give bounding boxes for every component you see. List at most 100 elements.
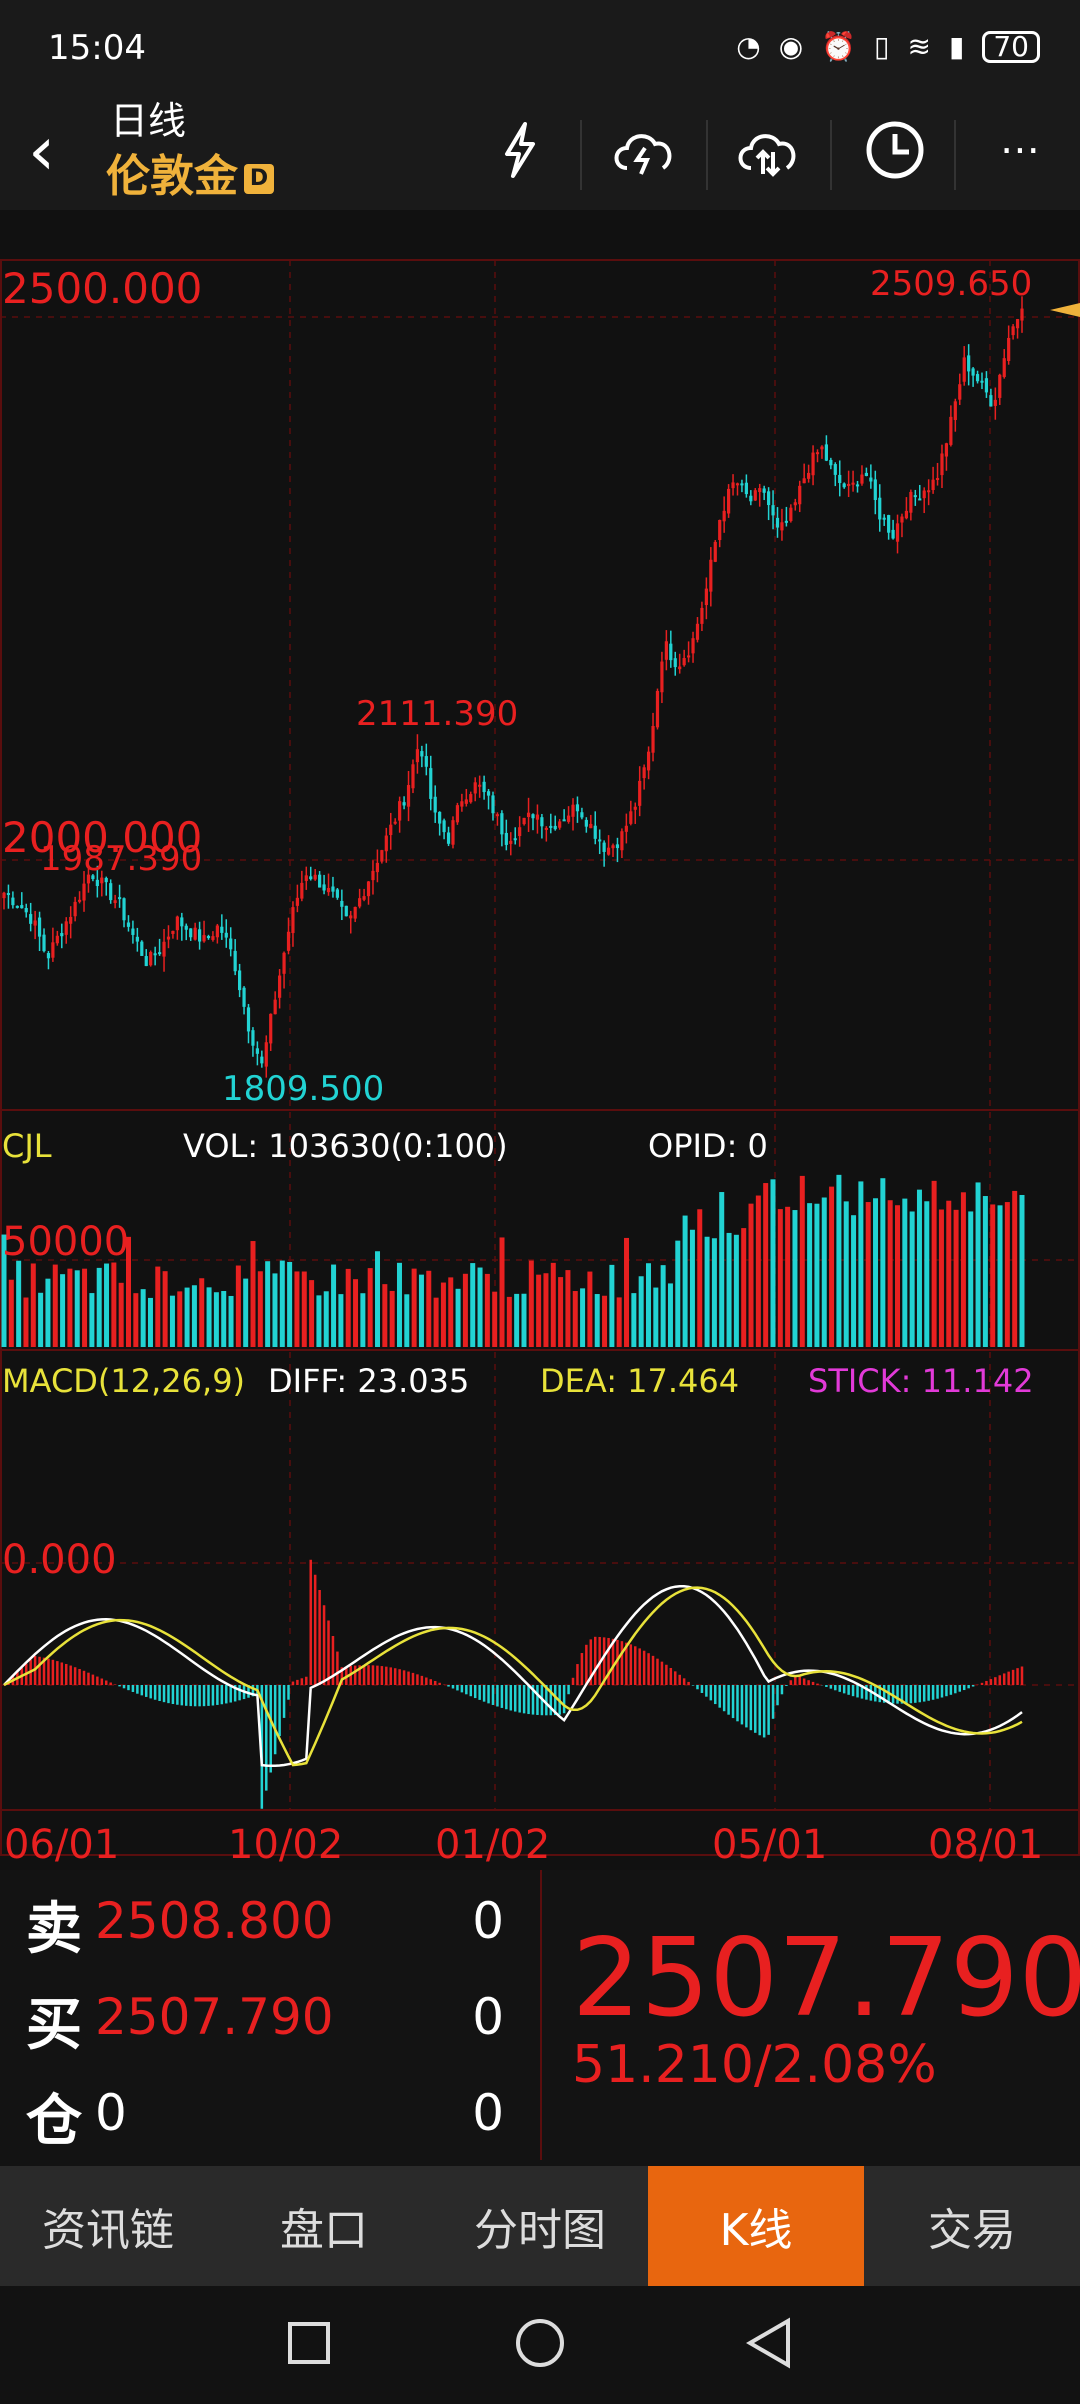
candle-body (811, 452, 815, 476)
volume-bar (287, 1261, 293, 1347)
tab-order-book[interactable]: 盘口 (216, 2166, 432, 2286)
candle-body (993, 399, 997, 406)
candle-body (953, 401, 957, 420)
volume-bar (550, 1262, 556, 1347)
volume-bar (785, 1206, 791, 1347)
volume-bar (990, 1204, 996, 1347)
candle-body (798, 485, 802, 505)
date-tick-0: 06/01 (4, 1822, 119, 1868)
cloud-lightning-icon[interactable] (604, 110, 684, 190)
volume-bar (653, 1287, 659, 1347)
candle-body (162, 941, 166, 957)
volume-bar (704, 1236, 710, 1347)
candle-body (780, 522, 784, 531)
vibrate-icon: ▯ (874, 30, 890, 63)
candle-body (300, 882, 304, 899)
candle-body (753, 490, 757, 501)
macd-dea-value: DEA: 17.464 (540, 1362, 739, 1400)
status-time: 15:04 (48, 28, 146, 68)
volume-bar (265, 1261, 271, 1347)
candle-body (709, 559, 713, 592)
volume-bar (851, 1215, 857, 1347)
back-icon[interactable]: ‹ (28, 112, 55, 191)
tab-kline[interactable]: K线 (648, 2166, 864, 2286)
candle-body (824, 444, 829, 461)
kline-chart[interactable]: 2500.000 2000.000 2509.650 2111.390 1987… (0, 215, 1080, 1870)
candle-body (673, 658, 677, 668)
candle-body (722, 510, 726, 522)
volume-bar (279, 1260, 285, 1347)
volume-bar (426, 1270, 432, 1347)
candle-body (193, 927, 197, 940)
candle-body (215, 925, 219, 938)
volume-bar (484, 1273, 490, 1347)
volume-bar (770, 1179, 776, 1347)
volume-bar (155, 1266, 161, 1347)
position-row[interactable]: 仓 0 0 (0, 2062, 540, 2158)
volume-value: VOL: 103630(0:100) (183, 1127, 508, 1165)
candle-body (1020, 308, 1024, 321)
candle-body (55, 935, 59, 944)
volume-bar (909, 1211, 915, 1347)
recent-apps-icon[interactable] (288, 2322, 330, 2364)
macd-diff-value: DIFF: 23.035 (268, 1362, 469, 1400)
tab-trade[interactable]: 交易 (864, 2166, 1080, 2286)
date-tick-1: 10/02 (228, 1822, 343, 1868)
volume-bar (968, 1211, 974, 1347)
candle-body (144, 956, 148, 967)
lightning-icon[interactable] (480, 110, 560, 190)
candle-body (918, 498, 922, 501)
tab-news[interactable]: 资讯链 (0, 2166, 216, 2286)
volume-bar (916, 1189, 922, 1347)
clock-icon[interactable] (855, 110, 935, 190)
signal-icon: ▮ (948, 30, 965, 63)
candle-body (197, 929, 202, 942)
candle-body (838, 474, 842, 483)
back-nav-icon[interactable] (746, 2317, 790, 2369)
candle-body (402, 802, 406, 806)
macd-stick-value: STICK: 11.142 (808, 1362, 1034, 1400)
candle-body (802, 478, 806, 484)
candle-body (669, 643, 673, 661)
volume-bar (580, 1288, 586, 1347)
volume-bar (23, 1297, 29, 1347)
candle-body (762, 488, 766, 493)
instrument-name[interactable]: 伦敦金 D (106, 140, 274, 204)
home-icon[interactable] (516, 2319, 564, 2367)
volume-bar (763, 1183, 769, 1347)
cloud-sync-icon[interactable] (728, 110, 808, 190)
candle-body (767, 491, 771, 506)
battery-icon: 70 (982, 30, 1040, 63)
volume-bar (1019, 1194, 1025, 1347)
volume-bar (316, 1295, 322, 1347)
candle-body (526, 812, 531, 818)
candle-body (495, 814, 500, 817)
candle-body (411, 764, 415, 789)
volume-bar (206, 1287, 212, 1347)
volume-bar (462, 1273, 468, 1347)
candle-body (606, 847, 611, 855)
candle-body (971, 368, 975, 376)
sell-row[interactable]: 卖 2508.800 0 (0, 1870, 540, 1966)
volume-bar (301, 1271, 307, 1347)
candle-body (238, 970, 242, 991)
candle-body (909, 491, 913, 513)
volume-bar (543, 1273, 549, 1347)
candle-body (131, 928, 135, 935)
date-tick-4: 08/01 (928, 1822, 1043, 1868)
volume-bar (367, 1268, 373, 1347)
buy-row[interactable]: 买 2507.790 0 (0, 1966, 540, 2062)
volume-bar (8, 1279, 14, 1347)
tab-time-sharing[interactable]: 分时图 (432, 2166, 648, 2286)
candle-body (522, 817, 526, 825)
volume-bar (741, 1228, 747, 1347)
candle-body (389, 824, 393, 836)
volume-bar (191, 1285, 197, 1347)
candle-body (353, 906, 357, 919)
candle-body (980, 380, 984, 383)
more-icon[interactable]: ⋯ (980, 110, 1060, 190)
candle-body (589, 823, 593, 829)
volume-bar (843, 1201, 849, 1347)
buy-price: 2507.790 (95, 1988, 334, 2046)
date-tick-2: 01/02 (435, 1822, 550, 1868)
